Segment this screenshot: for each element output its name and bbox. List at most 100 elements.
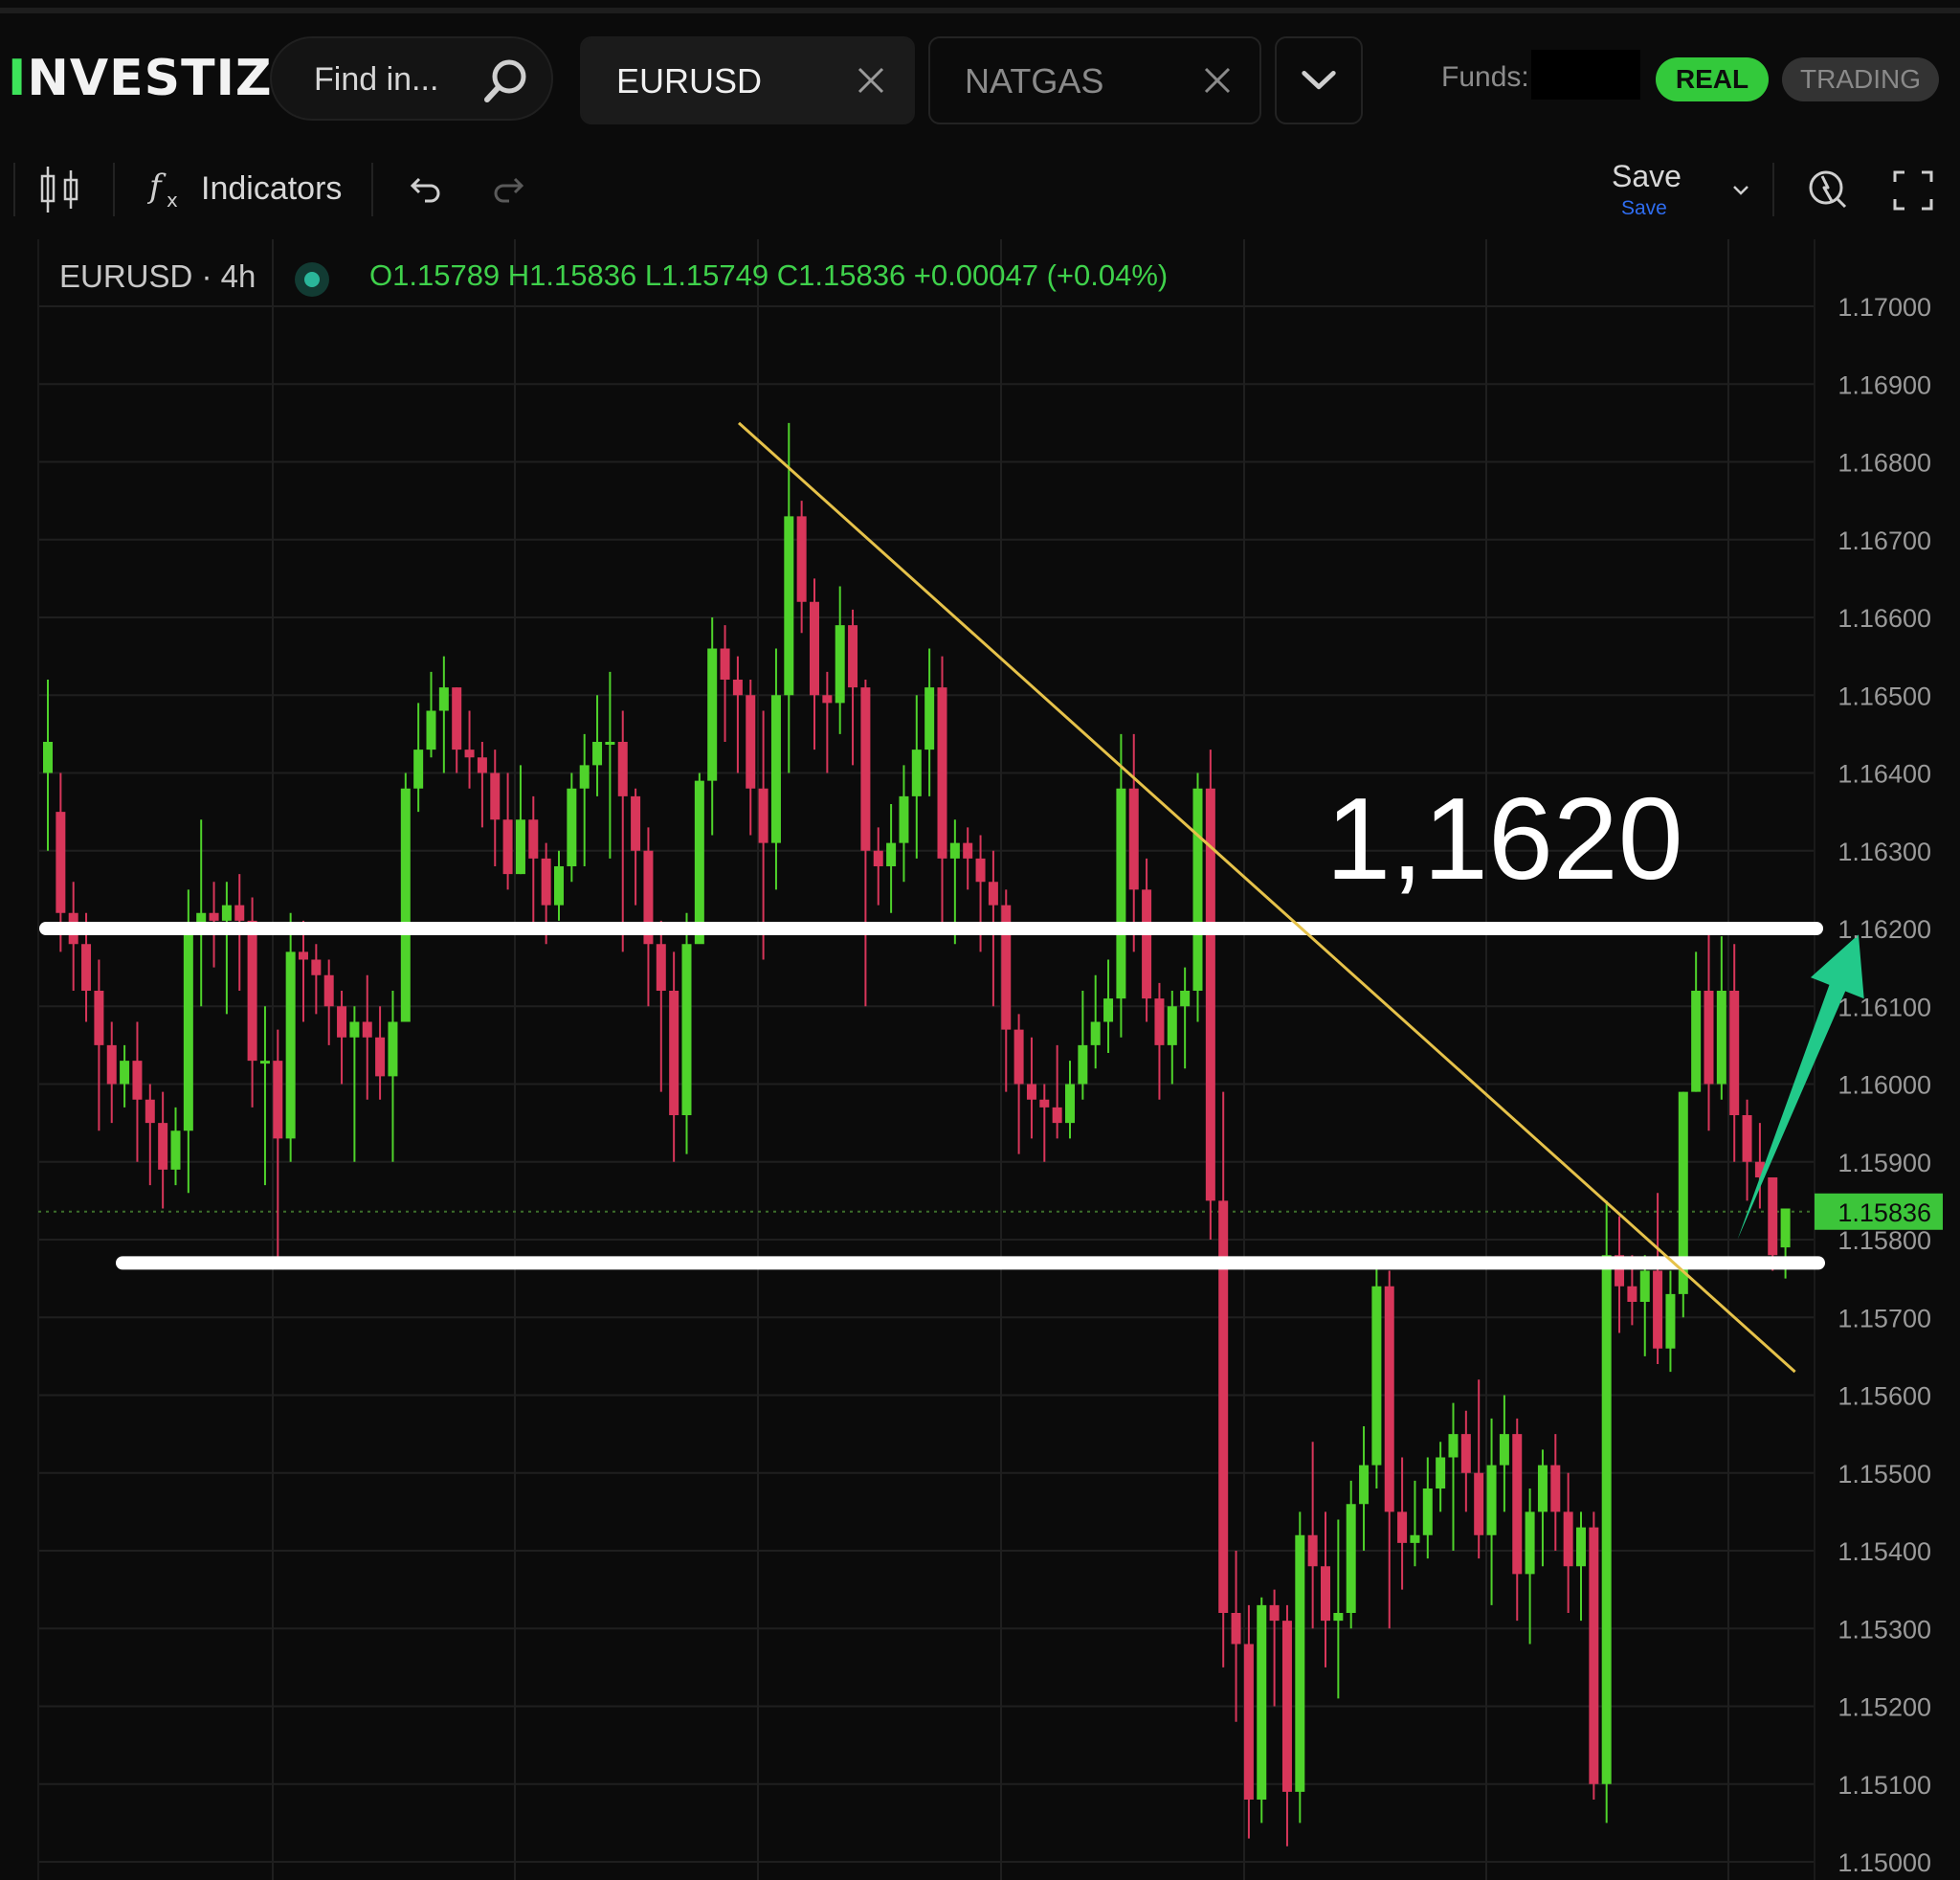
candle	[362, 974, 372, 1100]
candle	[1205, 750, 1215, 1240]
candle-body	[720, 648, 730, 680]
candle	[643, 827, 654, 1007]
candle-body	[1142, 889, 1152, 999]
candle-body	[362, 1021, 372, 1038]
candle-body	[502, 819, 513, 875]
candle-body	[426, 710, 436, 750]
candle	[1269, 1589, 1280, 1707]
candle-body	[132, 1061, 143, 1100]
chart-legend: EURUSD · 4h O1.15789 H1.15836 L1.15749 C…	[59, 258, 1168, 297]
candle	[132, 1021, 143, 1162]
price-tick-label: 1.16700	[1838, 526, 1931, 555]
candle-body	[1269, 1604, 1280, 1622]
price-tick-label: 1.15600	[1838, 1382, 1931, 1411]
candle-body	[349, 1021, 360, 1038]
candle-body	[1397, 1511, 1408, 1543]
candle	[937, 656, 947, 929]
candle	[1563, 1472, 1573, 1613]
candle	[106, 1021, 117, 1124]
candle-body	[285, 951, 296, 1139]
candle	[1512, 1418, 1523, 1622]
candle	[1167, 991, 1177, 1085]
candle	[1281, 1604, 1292, 1846]
candle-body	[1192, 788, 1203, 991]
candle	[1474, 1379, 1484, 1559]
candle-body	[1371, 1286, 1382, 1466]
candle-body	[988, 882, 998, 906]
candle-body	[1436, 1457, 1446, 1488]
candle	[502, 772, 513, 890]
candle	[1346, 1480, 1356, 1629]
candle-body	[375, 1037, 386, 1077]
candle	[1615, 1216, 1625, 1333]
candle-body	[311, 959, 322, 975]
candle	[158, 1091, 168, 1209]
candle	[1576, 1511, 1586, 1622]
candle	[1436, 1442, 1446, 1512]
candle-body	[1257, 1604, 1267, 1800]
candle-body	[1321, 1566, 1330, 1622]
candle	[1410, 1480, 1420, 1567]
candle-body	[1525, 1511, 1535, 1575]
candle	[1397, 1457, 1408, 1590]
candle-body	[56, 812, 66, 913]
candle-body	[796, 516, 807, 602]
candle	[528, 795, 539, 929]
candle-body	[1128, 788, 1139, 890]
candle	[1065, 1061, 1075, 1139]
candle-body	[860, 687, 871, 851]
candle	[1550, 1434, 1561, 1551]
candle-body	[631, 795, 641, 851]
candle-body	[1665, 1293, 1676, 1349]
candle-body	[848, 625, 858, 688]
candle	[1180, 967, 1191, 1069]
candle-body	[1729, 991, 1740, 1115]
candle-body	[528, 819, 539, 859]
price-tick-label: 1.15000	[1838, 1848, 1931, 1877]
candle-body	[1078, 1044, 1088, 1085]
last-price-label: 1.15836	[1838, 1198, 1931, 1227]
candle	[1218, 1091, 1229, 1667]
price-tick-label: 1.16000	[1838, 1071, 1931, 1100]
candle	[1001, 889, 1012, 1092]
candle	[1052, 1044, 1062, 1139]
candle-body	[899, 795, 909, 843]
candle-body	[1448, 1434, 1459, 1458]
candle-body	[694, 780, 704, 945]
candle	[426, 671, 436, 758]
target-price-annotation: 1,1620	[1325, 773, 1682, 904]
candle-body	[1167, 1006, 1177, 1045]
candle	[1653, 1193, 1663, 1364]
candle	[1589, 1511, 1599, 1800]
candle	[1678, 1091, 1688, 1318]
candle	[1359, 1426, 1370, 1551]
price-tick-label: 1.15300	[1838, 1615, 1931, 1644]
candle-body	[1026, 1084, 1036, 1100]
price-tick-label: 1.16600	[1838, 604, 1931, 633]
candles	[43, 422, 1791, 1846]
price-tick-label: 1.16100	[1838, 993, 1931, 1021]
candle	[1103, 959, 1114, 1053]
candle	[285, 912, 296, 1162]
candle	[1639, 1255, 1650, 1356]
candle-body	[1346, 1504, 1356, 1613]
candle	[1013, 1014, 1024, 1154]
candle	[1154, 982, 1165, 1100]
candle-body	[94, 991, 104, 1045]
candle	[1729, 944, 1740, 1162]
candle-body	[1716, 991, 1726, 1085]
price-tick-label: 1.15500	[1838, 1460, 1931, 1488]
legend-symbol: EURUSD · 4h	[59, 258, 256, 294]
candle-body	[1780, 1208, 1791, 1248]
candle	[694, 772, 704, 945]
candle-body	[1576, 1527, 1586, 1567]
candle-body	[746, 695, 756, 789]
candle-body	[273, 1061, 283, 1139]
candle-body	[1653, 1270, 1663, 1349]
candle	[1704, 929, 1714, 1131]
price-tick-label: 1.15800	[1838, 1226, 1931, 1255]
candle-body	[963, 842, 973, 859]
candle-body	[1537, 1465, 1548, 1512]
candle	[323, 959, 334, 1045]
candle	[1116, 733, 1126, 1038]
